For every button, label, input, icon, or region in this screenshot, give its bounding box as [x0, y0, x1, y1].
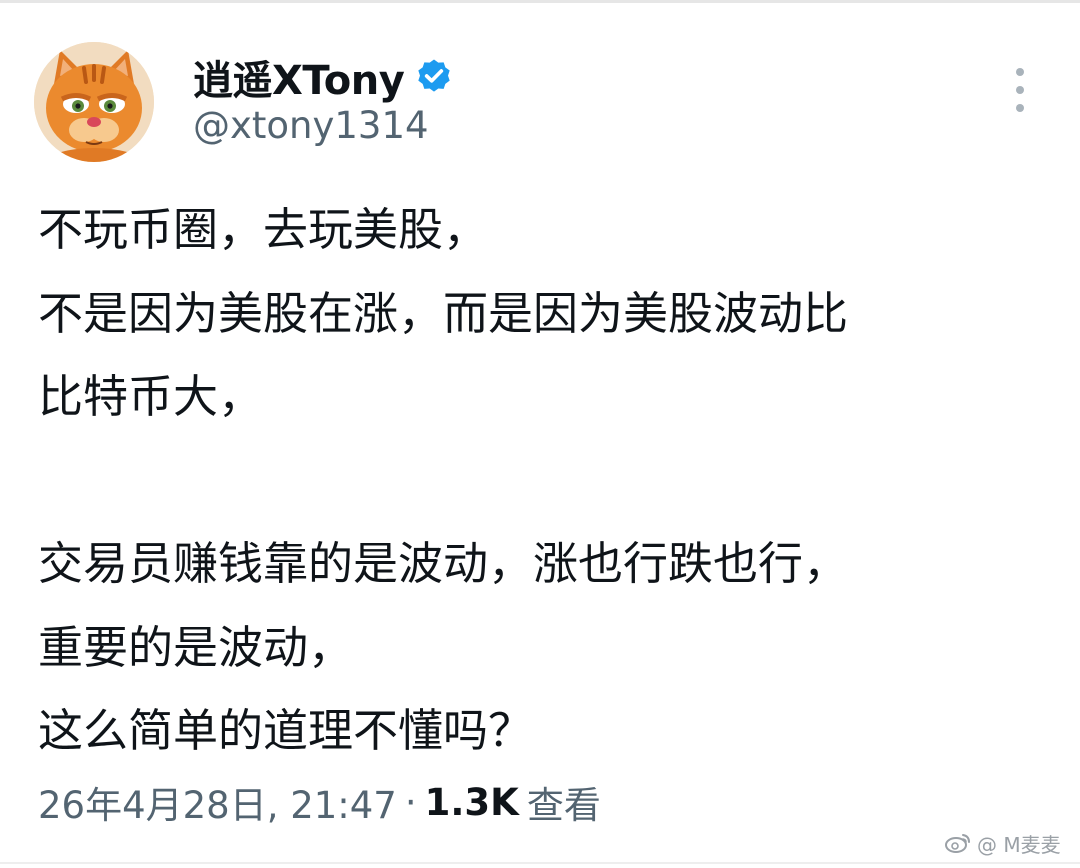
tweet-line: 不是因为美股在涨，而是因为美股波动比 [38, 286, 849, 340]
avatar[interactable] [34, 42, 154, 162]
more-vertical-icon [1016, 68, 1024, 76]
watermark: @ M麦麦 [945, 828, 1061, 858]
author-handle[interactable]: @xtony1314 [193, 104, 429, 147]
more-vertical-icon-dot [1016, 86, 1024, 94]
tweet-timestamp[interactable]: 26年4月28日, 21:47 [38, 775, 397, 829]
tweet-line: 交易员赚钱靠的是波动，涨也行跌也行， [38, 537, 849, 590]
bottom-divider [0, 862, 1080, 864]
verified-badge-icon [418, 59, 451, 92]
display-name[interactable]: 逍遥XTony [193, 48, 405, 106]
more-options-button[interactable] [1004, 68, 1036, 112]
weibo-logo-icon [945, 834, 970, 853]
tweet-text: 不玩币圈，去玩美股， 不是因为美股在涨，而是因为美股波动比 比特币大， 交易员赚… [38, 188, 1048, 773]
more-vertical-icon-dot [1016, 104, 1024, 112]
tweet-line: 比特币大， [38, 370, 264, 423]
tweet-line: 不玩币圈，去玩美股， [38, 203, 489, 256]
views-count: 1.3K [424, 780, 519, 824]
top-divider [0, 0, 1080, 3]
garfield-cat-avatar-icon [34, 42, 154, 162]
views-label: 查看 [526, 784, 601, 827]
tweet-line: 这么简单的道理不懂吗？ [38, 704, 534, 757]
watermark-text: @ M麦麦 [977, 832, 1061, 857]
tweet-meta: 26年4月28日, 21:47 · 1.3K 查看 [38, 774, 601, 830]
tweet-line: 重要的是波动， [38, 620, 354, 674]
author-name-row: 逍遥XTony [193, 50, 454, 104]
meta-separator: · [404, 780, 417, 824]
